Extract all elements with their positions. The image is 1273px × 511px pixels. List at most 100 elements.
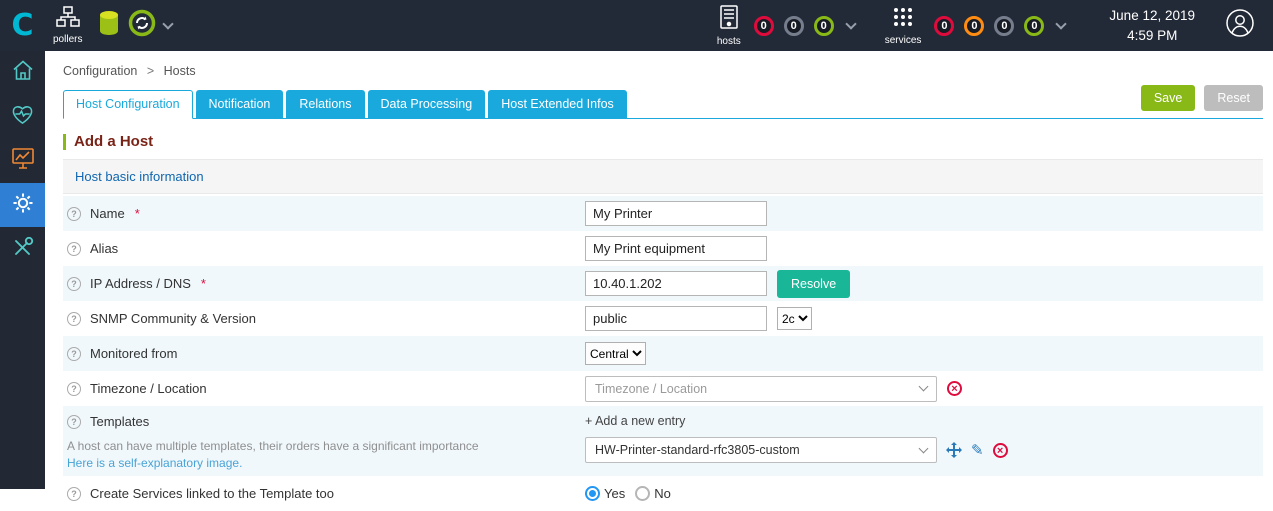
page-title-text: Add a Host	[74, 133, 154, 150]
alias-input[interactable]	[585, 236, 767, 261]
snmp-community-input[interactable]	[585, 306, 767, 331]
pollers-menu[interactable]: pollers	[53, 6, 82, 45]
breadcrumb-configuration[interactable]: Configuration	[63, 64, 137, 78]
chevron-down-icon[interactable]	[1055, 17, 1068, 30]
help-icon[interactable]: ?	[67, 276, 81, 291]
clear-timezone-icon[interactable]: ×	[947, 381, 962, 396]
save-button[interactable]: Save	[1140, 85, 1196, 111]
delete-template-icon[interactable]: ×	[992, 442, 1008, 458]
help-icon[interactable]: ?	[67, 346, 81, 361]
home-icon	[12, 60, 34, 86]
tab-host-extended-infos[interactable]: Host Extended Infos	[488, 90, 627, 118]
timezone-dropdown[interactable]: Timezone / Location	[585, 375, 937, 402]
hosts-menu[interactable]: hosts	[716, 4, 741, 47]
sync-icon	[128, 9, 156, 42]
current-time: 4:59 PM	[1127, 27, 1178, 43]
required-asterisk: *	[134, 206, 140, 221]
host-form: ? Name * ? Alias ? IP Address / DNS *	[63, 196, 1263, 511]
services-label: services	[884, 34, 922, 46]
monitored-from-label: Monitored from	[90, 346, 178, 361]
tools-icon	[12, 236, 34, 263]
sidebar-item-monitoring[interactable]	[0, 95, 45, 139]
templates-help-link[interactable]: Here is a self-explanatory image.	[67, 456, 242, 470]
services-icon	[892, 6, 914, 33]
pollers-icon	[55, 6, 80, 32]
services-ok-badge[interactable]: 0	[1024, 15, 1045, 36]
name-label: Name	[90, 206, 125, 221]
edit-template-icon[interactable]: ✎	[971, 441, 984, 459]
tab-data-processing[interactable]: Data Processing	[367, 90, 486, 118]
sidebar-item-reporting[interactable]	[0, 139, 45, 183]
sidebar-item-administration[interactable]	[0, 227, 45, 271]
reset-button[interactable]: Reset	[1204, 85, 1263, 111]
breadcrumb-separator: >	[146, 64, 155, 78]
services-critical-badge[interactable]: 0	[934, 15, 955, 36]
hosts-label: hosts	[716, 35, 741, 47]
resolve-button[interactable]: Resolve	[777, 269, 851, 298]
topbar: C pollers hosts 0 0 0 services 0 0 0 0 J…	[0, 0, 1273, 51]
create-services-label: Create Services linked to the Template t…	[90, 486, 335, 501]
help-icon[interactable]: ?	[67, 381, 81, 396]
tab-host-configuration[interactable]: Host Configuration	[63, 90, 193, 119]
main-content: Configuration > Hosts Host Configuration…	[45, 51, 1273, 511]
user-profile-button[interactable]	[1225, 8, 1255, 43]
timezone-placeholder: Timezone / Location	[595, 381, 708, 396]
centreon-logo[interactable]: C	[0, 0, 45, 51]
tab-bar: Host Configuration Notification Relation…	[63, 85, 1263, 119]
move-template-handle[interactable]	[946, 442, 962, 458]
required-asterisk: *	[200, 276, 206, 291]
create-services-radio-group: Yes No	[585, 486, 671, 501]
snmp-label: SNMP Community & Version	[90, 311, 256, 326]
form-row-monitored-from: ? Monitored from Central	[63, 336, 1263, 371]
user-icon	[1225, 8, 1255, 43]
form-row-create-services: ? Create Services linked to the Template…	[63, 476, 1263, 511]
database-status[interactable]	[98, 10, 120, 41]
page-title: Add a Host	[63, 133, 1255, 150]
title-accent-bar	[63, 133, 66, 150]
radio-yes[interactable]	[585, 486, 600, 501]
clock: June 12, 2019 4:59 PM	[1109, 6, 1195, 45]
gear-icon	[12, 192, 34, 219]
services-unknown-badge[interactable]: 0	[994, 15, 1015, 36]
templates-label: Templates	[90, 414, 150, 429]
radio-yes-label[interactable]: Yes	[604, 486, 625, 501]
breadcrumb: Configuration > Hosts	[45, 51, 1273, 80]
tab-notification[interactable]: Notification	[195, 90, 284, 118]
help-icon[interactable]: ?	[67, 241, 81, 256]
services-warning-badge[interactable]: 0	[964, 15, 985, 36]
radio-no[interactable]	[635, 486, 651, 501]
tab-relations[interactable]: Relations	[286, 90, 365, 118]
name-input[interactable]	[585, 201, 767, 226]
radio-no-label[interactable]: No	[654, 486, 671, 501]
services-menu[interactable]: services	[884, 6, 922, 46]
hosts-up-badge[interactable]: 0	[813, 15, 834, 36]
sidebar-item-home[interactable]	[0, 51, 45, 95]
pollers-label: pollers	[53, 34, 83, 45]
form-row-name: ? Name *	[63, 196, 1263, 231]
snmp-version-select[interactable]: 2c	[777, 307, 812, 330]
help-icon[interactable]: ?	[67, 206, 81, 221]
hosts-status-group: hosts 0 0 0	[709, 4, 861, 47]
help-icon[interactable]: ?	[67, 414, 81, 429]
database-icon	[98, 10, 120, 41]
chevron-down-icon[interactable]	[845, 17, 857, 30]
hosts-unreachable-badge[interactable]: 0	[783, 15, 804, 36]
chevron-down-icon	[918, 381, 929, 392]
hosts-icon	[718, 4, 740, 34]
ip-input[interactable]	[585, 271, 767, 296]
form-row-ip: ? IP Address / DNS * Resolve	[63, 266, 1263, 301]
help-icon[interactable]: ?	[67, 311, 81, 326]
sync-status[interactable]	[128, 9, 178, 42]
hosts-down-badge[interactable]: 0	[753, 15, 774, 36]
chevron-down-icon	[162, 17, 175, 30]
breadcrumb-hosts[interactable]: Hosts	[164, 64, 196, 78]
section-host-basic-information: Host basic information	[63, 159, 1263, 194]
ip-label: IP Address / DNS	[90, 276, 191, 291]
template-dropdown[interactable]: HW-Printer-standard-rfc3805-custom	[585, 437, 937, 463]
add-template-entry-link[interactable]: + Add a new entry	[585, 414, 1263, 428]
monitored-from-select[interactable]: Central	[585, 342, 646, 365]
chevron-down-icon	[918, 443, 929, 453]
sidebar-item-configuration[interactable]	[0, 183, 45, 227]
services-status-group: services 0 0 0 0	[877, 6, 1072, 46]
sidebar	[0, 51, 45, 489]
